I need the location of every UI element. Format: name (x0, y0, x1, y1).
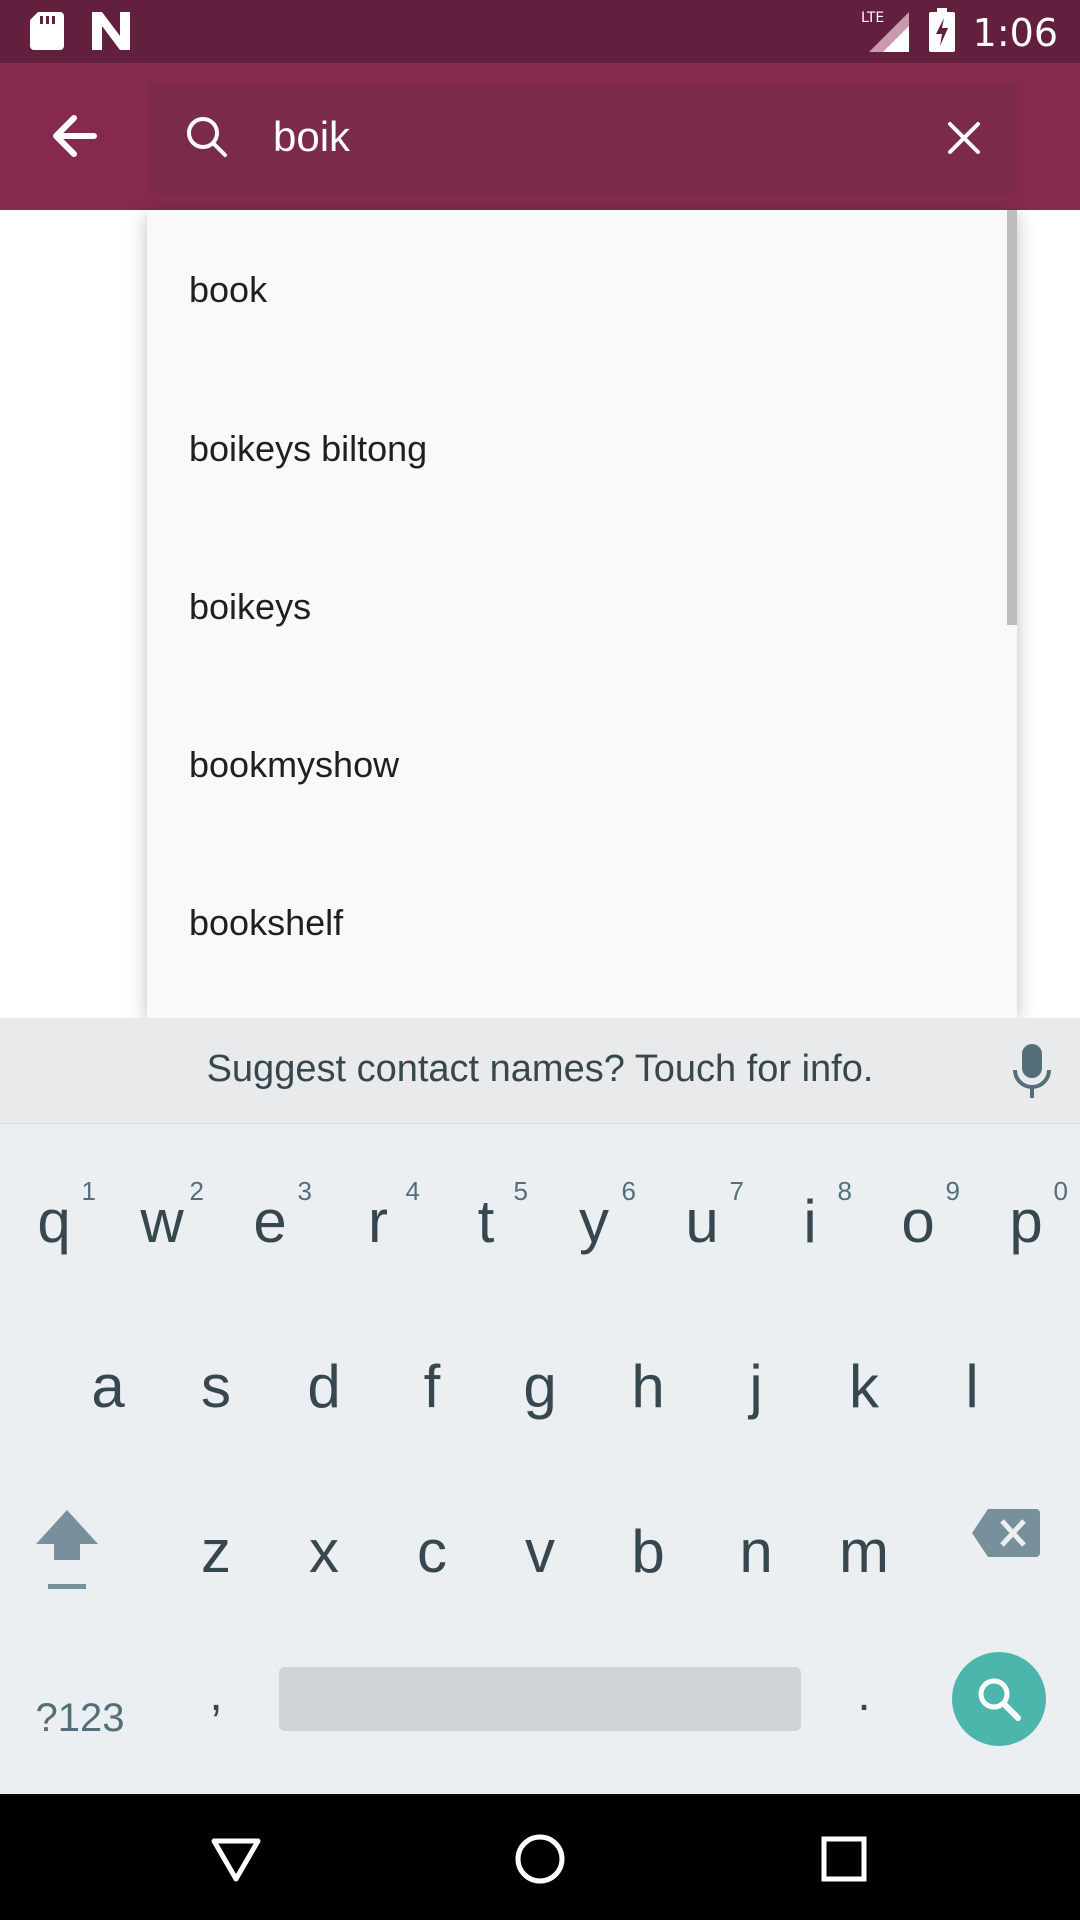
key-y[interactable]: y6 (544, 1156, 644, 1286)
key-z[interactable]: z (166, 1486, 266, 1616)
nav-back-button[interactable] (201, 1824, 271, 1894)
lte-signal-icon: LTE (861, 8, 911, 57)
close-icon (948, 122, 980, 154)
key-hint: 6 (621, 1176, 636, 1206)
search-icon (187, 117, 227, 157)
recents-square-icon (821, 1836, 867, 1882)
search-input[interactable]: boik (273, 109, 350, 165)
suggestion-item[interactable]: bookshelf (147, 844, 1017, 1002)
key-p[interactable]: p0 (976, 1156, 1076, 1286)
comma-key[interactable]: , (166, 1644, 266, 1744)
key-j[interactable]: j (706, 1321, 806, 1451)
status-bar: LTE 1:06 (0, 0, 1080, 63)
shift-key[interactable] (34, 1508, 134, 1618)
key-m[interactable]: m (814, 1486, 914, 1616)
back-triangle-icon (211, 1838, 261, 1882)
suggestion-item[interactable]: boikeys (147, 528, 1017, 686)
suggestion-strip[interactable]: Suggest contact names? Touch for info. (0, 1018, 1080, 1124)
key-e[interactable]: e3 (220, 1156, 320, 1286)
suggest-contact-names-prompt[interactable]: Suggest contact names? Touch for info. (0, 1048, 1080, 1091)
key-label: r (368, 1187, 388, 1255)
key-d[interactable]: d (274, 1321, 374, 1451)
battery-charging-icon (928, 8, 955, 57)
key-v[interactable]: v (490, 1486, 590, 1616)
suggestion-item[interactable]: book (147, 210, 1017, 370)
home-circle-icon (515, 1834, 565, 1884)
key-label: u (685, 1187, 719, 1255)
key-b[interactable]: b (598, 1486, 698, 1616)
key-hint: 5 (513, 1176, 528, 1206)
key-label: w (140, 1187, 184, 1255)
key-f[interactable]: f (382, 1321, 482, 1451)
search-action-button[interactable] (952, 1652, 1046, 1746)
key-hint: 0 (1053, 1176, 1068, 1206)
key-label: y (579, 1187, 609, 1255)
search-icon (978, 1678, 1021, 1721)
key-label: p (1009, 1187, 1043, 1255)
backspace-icon (972, 1509, 1040, 1557)
key-w[interactable]: w2 (112, 1156, 212, 1286)
period-key[interactable]: . (814, 1644, 914, 1744)
key-hint: 7 (729, 1176, 744, 1206)
scrollbar-thumb[interactable] (1007, 210, 1017, 625)
clear-search-button[interactable] (931, 105, 997, 171)
space-key[interactable] (279, 1667, 801, 1731)
key-l[interactable]: l (922, 1321, 1022, 1451)
nav-recents-button[interactable] (809, 1824, 879, 1894)
key-hint: 9 (945, 1176, 960, 1206)
key-g[interactable]: g (490, 1321, 590, 1451)
key-hint: 3 (297, 1176, 312, 1206)
key-hint: 4 (405, 1176, 420, 1206)
search-field[interactable]: boik (147, 83, 1017, 195)
backspace-key[interactable] (972, 1507, 1040, 1559)
key-t[interactable]: t5 (436, 1156, 536, 1286)
key-k[interactable]: k (814, 1321, 914, 1451)
key-x[interactable]: x (274, 1486, 374, 1616)
keyboard: Suggest contact names? Touch for info. q… (0, 1018, 1080, 1794)
key-c[interactable]: c (382, 1486, 482, 1616)
nav-home-button[interactable] (505, 1824, 575, 1894)
status-time: 1:06 (972, 10, 1058, 55)
n-notification-icon (90, 12, 132, 55)
key-label: t (477, 1187, 495, 1255)
key-r[interactable]: r4 (328, 1156, 428, 1286)
key-u[interactable]: u7 (652, 1156, 752, 1286)
key-label: e (253, 1187, 287, 1255)
suggestion-item[interactable]: bookmyshow (147, 686, 1017, 844)
key-s[interactable]: s (166, 1321, 266, 1451)
key-q[interactable]: q1 (4, 1156, 104, 1286)
key-label: q (37, 1187, 71, 1255)
key-h[interactable]: h (598, 1321, 698, 1451)
key-i[interactable]: i8 (760, 1156, 860, 1286)
sd-card-icon (30, 12, 64, 55)
shift-arrow-icon (36, 1510, 98, 1589)
back-button[interactable] (36, 101, 112, 171)
suggestion-item[interactable]: boikeys biltong (147, 370, 1017, 528)
arrow-left-icon (53, 115, 97, 157)
lte-label: LTE (861, 10, 884, 26)
search-app-bar: boik (0, 63, 1080, 210)
key-label: o (901, 1187, 935, 1255)
navigation-bar (0, 1794, 1080, 1920)
microphone-icon[interactable] (1012, 1044, 1052, 1100)
key-n[interactable]: n (706, 1486, 806, 1616)
key-hint: 2 (189, 1176, 204, 1206)
suggestions-dropdown: book boikeys biltong boikeys bookmyshow … (147, 210, 1017, 1018)
key-hint: 1 (81, 1176, 96, 1206)
key-a[interactable]: a (58, 1321, 158, 1451)
key-o[interactable]: o9 (868, 1156, 968, 1286)
key-label: i (803, 1187, 817, 1255)
symbols-key[interactable]: ?123 (20, 1673, 140, 1763)
key-hint: 8 (837, 1176, 852, 1206)
